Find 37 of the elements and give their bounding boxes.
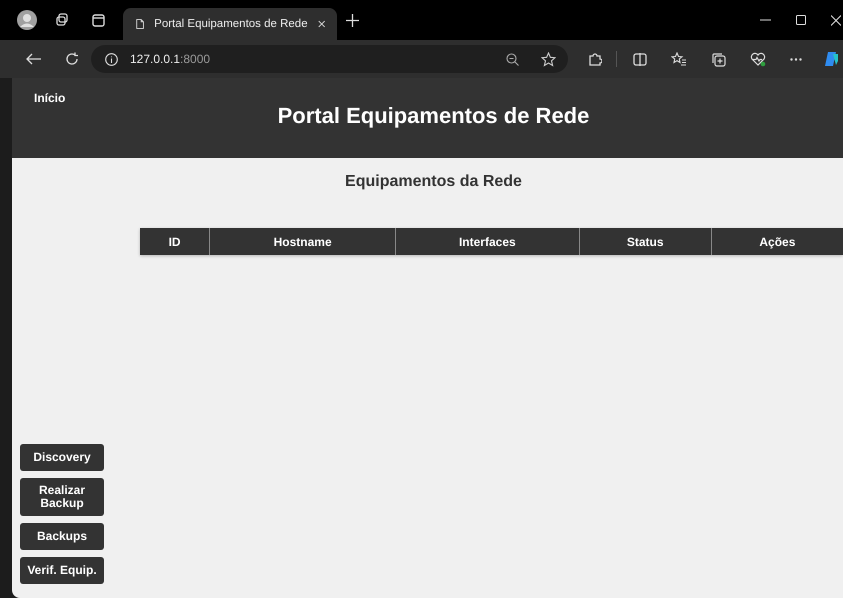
profile-icon[interactable]: [17, 10, 37, 30]
tab-actions-icon[interactable]: [92, 14, 105, 26]
back-icon[interactable]: [26, 53, 41, 65]
sidebar-button[interactable]: Backups: [20, 523, 104, 550]
workspaces-icon[interactable]: [55, 13, 69, 27]
column-header: Interfaces: [396, 228, 580, 255]
refresh-icon[interactable]: [65, 52, 79, 66]
column-header: ID: [140, 228, 210, 255]
more-icon[interactable]: [790, 58, 802, 60]
info-icon: [105, 52, 118, 66]
section-title: Equipamentos da Rede: [344, 173, 523, 191]
minimize-icon[interactable]: [760, 19, 771, 21]
new-tab-icon[interactable]: [346, 14, 359, 26]
column-header: Hostname: [210, 228, 396, 255]
sidebar-button[interactable]: Realizar Backup: [20, 478, 104, 516]
star-icon[interactable]: [541, 52, 556, 66]
sidebar-button[interactable]: Discovery: [20, 444, 104, 471]
sidebar-button[interactable]: Verif. Equip.: [20, 557, 104, 584]
page-icon: [136, 17, 144, 31]
puzzle-icon[interactable]: [588, 52, 602, 66]
tab-title: Portal Equipamentos de Rede: [154, 18, 308, 30]
column-header: Status: [579, 228, 712, 255]
maximize-icon[interactable]: [796, 15, 806, 25]
home-link[interactable]: Início: [34, 91, 66, 105]
collections-icon[interactable]: [711, 52, 726, 66]
column-header: Ações: [711, 228, 843, 255]
close-icon[interactable]: [318, 19, 325, 29]
split-screen-icon[interactable]: [633, 52, 647, 66]
favorites-icon[interactable]: [671, 52, 687, 66]
zoom-out-icon[interactable]: [506, 52, 519, 66]
heart-pulse-icon[interactable]: [750, 52, 766, 66]
page-title: Portal Equipamentos de Rede: [276, 103, 590, 129]
url-text: 127.0.0.1:8000: [130, 52, 210, 66]
address-bar[interactable]: 127.0.0.1:8000: [91, 45, 568, 73]
copilot-icon[interactable]: [824, 51, 838, 67]
close-icon[interactable]: [831, 14, 841, 26]
browser-tab[interactable]: Portal Equipamentos de Rede: [123, 8, 337, 40]
